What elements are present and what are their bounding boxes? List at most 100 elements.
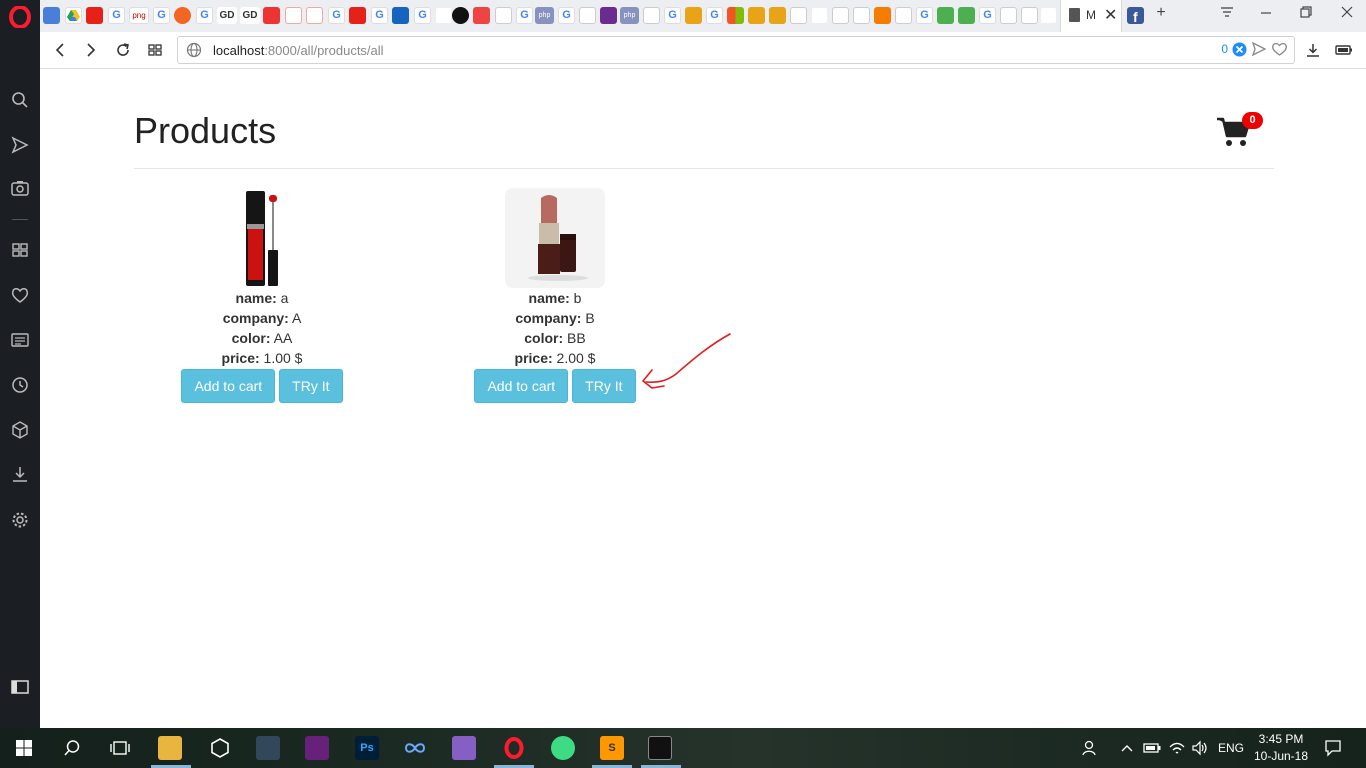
battery-saver-icon[interactable] — [1333, 39, 1355, 61]
show-hidden-icons-chevron-icon[interactable] — [1120, 728, 1134, 768]
volume-icon[interactable] — [1191, 728, 1209, 768]
doc-tab-icon[interactable] — [832, 7, 849, 24]
google-tab-icon[interactable]: G — [414, 7, 431, 24]
mysql-workbench-icon[interactable] — [256, 736, 280, 760]
battery-icon[interactable] — [1143, 728, 1161, 768]
google-tab-icon[interactable]: G — [196, 7, 213, 24]
active-tab[interactable]: M ✕ — [1060, 0, 1122, 32]
extensions-cube-icon[interactable] — [8, 418, 32, 442]
adblock-count[interactable]: 0 — [1221, 42, 1228, 56]
play-tab-icon[interactable] — [1000, 7, 1017, 24]
command-prompt-icon[interactable] — [648, 736, 672, 760]
reload-icon[interactable] — [112, 39, 134, 61]
photoshop-icon[interactable]: Ps — [355, 736, 379, 760]
speed-dial-icon[interactable] — [8, 238, 32, 262]
youtube-tab-icon[interactable] — [86, 7, 103, 24]
ellipsis-tab-icon[interactable] — [174, 7, 191, 24]
play-tab-icon[interactable] — [1021, 7, 1038, 24]
rail-tab-icon[interactable] — [285, 7, 302, 24]
doc-tab-icon[interactable] — [853, 7, 870, 24]
doc-tab-icon[interactable] — [790, 7, 807, 24]
gd-tab-icon[interactable]: GD — [217, 7, 237, 24]
google-tab-icon[interactable]: G — [916, 7, 933, 24]
php-tab-icon[interactable]: php — [620, 7, 639, 24]
tabs-grid-icon[interactable] — [144, 39, 166, 61]
rail-tab-icon[interactable] — [306, 7, 323, 24]
taskbar-clock[interactable]: 3:45 PM 10-Jun-18 — [1250, 731, 1312, 765]
minimize-icon[interactable] — [1254, 4, 1278, 25]
google-tab-icon[interactable]: G — [516, 7, 533, 24]
windows-start-icon[interactable] — [12, 736, 36, 760]
sidebar-toggle-icon[interactable] — [8, 675, 32, 699]
youtube-tab-icon[interactable] — [349, 7, 366, 24]
microsoft-tab-icon[interactable] — [727, 7, 744, 24]
downloads-icon[interactable] — [8, 462, 32, 486]
opera-taskbar-icon[interactable] — [502, 736, 526, 760]
google-drive-tab-icon[interactable] — [65, 7, 82, 24]
heart-icon[interactable] — [8, 283, 32, 307]
wifi-icon[interactable] — [1168, 728, 1186, 768]
visual-studio-icon[interactable] — [305, 736, 329, 760]
tab-menu-icon[interactable] — [1215, 4, 1239, 25]
doc-tab-icon[interactable] — [495, 7, 512, 24]
add-to-cart-button[interactable]: Add to cart — [474, 369, 569, 403]
search-icon[interactable] — [8, 88, 32, 112]
gd-tab-icon[interactable]: GD — [240, 7, 260, 24]
try-it-button[interactable]: TRy It — [572, 369, 636, 403]
try-it-button[interactable]: TRy It — [279, 369, 343, 403]
facebook-tab-icon[interactable]: f — [1127, 7, 1144, 25]
google-tab-icon[interactable]: G — [153, 7, 170, 24]
google-tab-icon[interactable]: G — [558, 7, 575, 24]
stackoverflow-tab-icon[interactable] — [811, 7, 828, 24]
history-icon[interactable] — [8, 373, 32, 397]
w3schools-tab-icon[interactable] — [958, 7, 975, 24]
orange-tab-icon[interactable] — [748, 7, 765, 24]
download-icon[interactable] — [1302, 39, 1324, 61]
android-studio-icon[interactable] — [551, 736, 575, 760]
infinity-app-icon[interactable] — [403, 736, 427, 760]
google-tab-icon[interactable]: G — [664, 7, 681, 24]
orange-tab-icon[interactable] — [769, 7, 786, 24]
orange-square-tab-icon[interactable] — [874, 7, 891, 24]
language-indicator[interactable]: ENG — [1218, 728, 1244, 768]
play-tab-icon[interactable] — [643, 7, 660, 24]
settings-gear-icon[interactable] — [8, 508, 32, 532]
action-center-icon[interactable] — [1324, 728, 1342, 768]
play-tab-icon[interactable] — [579, 7, 596, 24]
php-tab-icon[interactable]: php — [535, 7, 554, 24]
url-input[interactable]: localhost:8000/all/products/all 0 — [177, 36, 1295, 64]
search-icon[interactable] — [60, 736, 84, 760]
orange-tab-icon[interactable] — [685, 7, 702, 24]
file-explorer-icon[interactable] — [158, 736, 182, 760]
unity-icon[interactable] — [208, 736, 232, 760]
forward-icon[interactable] — [80, 39, 102, 61]
doc-tab-icon[interactable] — [895, 7, 912, 24]
stackoverflow-tab-icon[interactable] — [1040, 7, 1057, 24]
sublime-text-icon[interactable]: S — [600, 736, 624, 760]
opera-logo-icon[interactable] — [9, 6, 31, 28]
task-view-icon[interactable] — [108, 736, 132, 760]
purple-tab-icon[interactable] — [600, 7, 617, 24]
google-tab-icon[interactable]: G — [328, 7, 345, 24]
close-tab-icon[interactable]: ✕ — [1104, 5, 1117, 25]
google-tab-icon[interactable]: G — [371, 7, 388, 24]
blue-tab-icon[interactable] — [392, 7, 409, 24]
news-icon[interactable] — [8, 328, 32, 352]
laravel-tab-icon[interactable] — [473, 7, 490, 24]
stackoverflow-tab-icon[interactable] — [435, 7, 452, 24]
new-tab-plus-icon[interactable]: + — [1149, 4, 1173, 22]
close-window-icon[interactable] — [1335, 4, 1359, 25]
symfony-tab-icon[interactable] — [452, 7, 469, 24]
people-icon[interactable] — [1082, 728, 1100, 768]
back-icon[interactable] — [49, 39, 71, 61]
send-icon[interactable] — [8, 133, 32, 157]
add-to-cart-button[interactable]: Add to cart — [181, 369, 276, 403]
google-tab-icon[interactable]: G — [979, 7, 996, 24]
google-tab-icon[interactable]: G — [706, 7, 723, 24]
visual-studio-purple-icon[interactable] — [452, 736, 476, 760]
png-tab-icon[interactable]: png — [129, 7, 149, 24]
send-page-icon[interactable] — [1251, 41, 1267, 57]
bookmark-heart-icon[interactable] — [1271, 41, 1288, 57]
google-tab-icon[interactable]: G — [108, 7, 125, 24]
w3schools-tab-icon[interactable] — [937, 7, 954, 24]
